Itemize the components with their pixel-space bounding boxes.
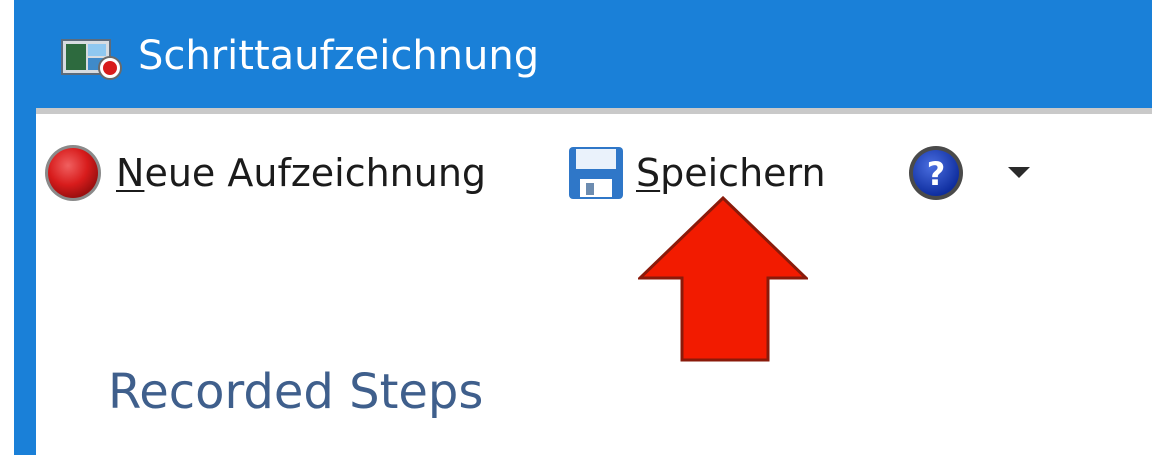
- svg-text:?: ?: [927, 155, 946, 193]
- help-icon: ?: [909, 146, 963, 200]
- help-button[interactable]: ?: [906, 138, 966, 208]
- red-arrow-up-icon: [638, 196, 808, 362]
- dropdown-triangle-icon: [1008, 167, 1030, 178]
- window-title: Schrittaufzeichnung: [138, 33, 540, 79]
- record-icon: [45, 145, 101, 201]
- save-text: peichern: [660, 151, 826, 195]
- new-recording-text: eue Aufzeichnung: [144, 151, 487, 195]
- steps-recorder-window: Schrittaufzeichnung Neue Aufzeichnung Sp…: [0, 0, 1152, 455]
- save-mnemonic: S: [636, 151, 661, 195]
- content-left-edge: [14, 108, 36, 455]
- floppy-disk-icon: [569, 147, 623, 199]
- recorded-steps-heading: Recorded Steps: [108, 364, 484, 420]
- app-icon: [61, 39, 122, 80]
- new-recording-button[interactable]: Neue Aufzeichnung: [42, 138, 486, 208]
- new-recording-label: Neue Aufzeichnung: [116, 138, 486, 208]
- help-dropdown-button[interactable]: [1004, 138, 1034, 208]
- window-left-margin: [0, 0, 14, 455]
- new-recording-mnemonic: N: [116, 151, 145, 195]
